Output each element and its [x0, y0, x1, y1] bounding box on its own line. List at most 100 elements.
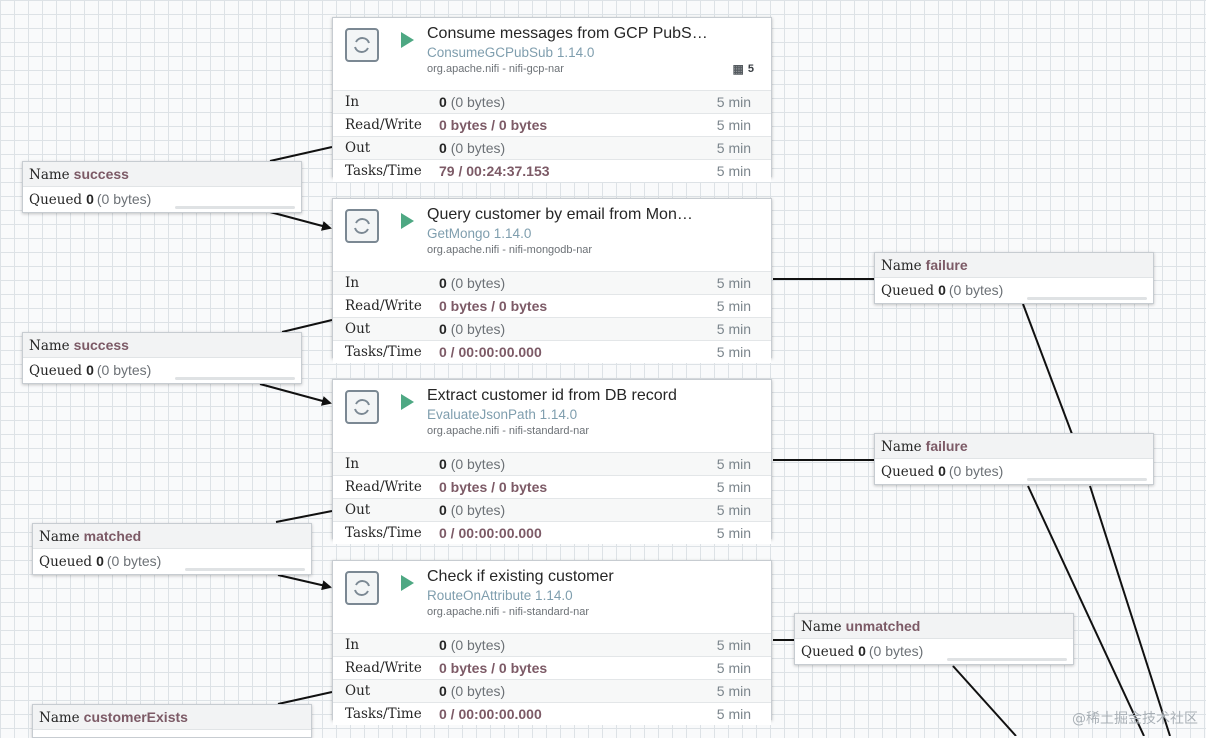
processor-icon	[345, 390, 379, 424]
stat-tasks: 79 / 00:24:37.153	[439, 163, 550, 179]
processor-route-on-attribute[interactable]: Check if existing customer RouteOnAttrib…	[332, 560, 772, 725]
connection-success-1[interactable]: Name success Queued 0 (0 bytes)	[22, 161, 302, 213]
thread-count: 5	[747, 63, 754, 75]
connection-line	[277, 691, 333, 705]
stat-in: 0 (0 bytes)	[439, 275, 505, 291]
stat-window: 5 min	[716, 163, 751, 179]
conn-name-label: Name	[29, 338, 70, 354]
connection-customer-exists[interactable]: Name customerExists	[32, 704, 312, 738]
conn-name: success	[73, 166, 129, 182]
stat-out-count: 0	[439, 502, 447, 518]
stat-window: 5 min	[716, 298, 751, 314]
stat-window: 5 min	[716, 94, 751, 110]
conn-count: 0	[938, 282, 946, 298]
processor-icon	[345, 209, 379, 243]
connection-line	[1027, 485, 1145, 736]
conn-count: 0	[938, 463, 946, 479]
stat-label-in: In	[345, 94, 360, 110]
stat-window: 5 min	[716, 683, 751, 699]
stat-out-count: 0	[439, 321, 447, 337]
conn-name-label: Name	[39, 710, 80, 726]
connection-line	[259, 383, 332, 406]
stat-in-count: 0	[439, 637, 447, 653]
processor-icon	[345, 571, 379, 605]
running-icon	[401, 575, 414, 591]
conn-name: unmatched	[845, 618, 921, 634]
stat-in-bytes: (0 bytes)	[450, 637, 506, 653]
connection-matched[interactable]: Name matched Queued 0 (0 bytes)	[32, 523, 312, 575]
conn-count: 0	[96, 553, 104, 569]
connection-failure-1[interactable]: Name failure Queued 0 (0 bytes)	[874, 252, 1154, 304]
stat-out-bytes: (0 bytes)	[450, 502, 506, 518]
stat-window: 5 min	[716, 706, 751, 722]
running-icon	[401, 32, 414, 48]
stat-window: 5 min	[716, 344, 751, 360]
stat-label-in: In	[345, 637, 360, 653]
stat-window: 5 min	[716, 525, 751, 541]
stat-in-bytes: (0 bytes)	[450, 275, 506, 291]
stat-in-bytes: (0 bytes)	[450, 456, 506, 472]
stat-window: 5 min	[716, 321, 751, 337]
processor-type: ConsumeGCPubSub 1.14.0	[427, 45, 595, 60]
stat-tasks: 0 / 00:00:00.000	[439, 706, 542, 722]
conn-queued-label: Queued	[801, 644, 855, 660]
conn-bytes: (0 bytes)	[96, 362, 152, 378]
conn-name: success	[73, 337, 129, 353]
stat-label-out: Out	[345, 321, 371, 337]
stat-in: 0 (0 bytes)	[439, 637, 505, 653]
conn-name-label: Name	[881, 258, 922, 274]
stat-label-readwrite: Read/Write	[345, 479, 422, 495]
processor-name: Extract customer id from DB record	[427, 387, 677, 404]
stat-out: 0 (0 bytes)	[439, 502, 505, 518]
flow-canvas[interactable]: Consume messages from GCP PubS… ConsumeG…	[0, 0, 1206, 738]
processor-consume-gcp-pubsub[interactable]: Consume messages from GCP PubS… ConsumeG…	[332, 17, 772, 182]
connection-line	[1089, 485, 1171, 736]
processor-get-mongo[interactable]: Query customer by email from Mon… GetMon…	[332, 198, 772, 363]
stat-label-out: Out	[345, 140, 371, 156]
conn-count: 0	[86, 191, 94, 207]
processor-name: Query customer by email from Mon…	[427, 206, 693, 223]
processor-type: EvaluateJsonPath 1.14.0	[427, 407, 578, 422]
queue-bar	[175, 377, 295, 380]
running-icon	[401, 213, 414, 229]
stat-label-readwrite: Read/Write	[345, 117, 422, 133]
stat-label-out: Out	[345, 683, 371, 699]
conn-name-label: Name	[39, 529, 80, 545]
queue-bar	[175, 206, 295, 209]
connection-line	[269, 211, 332, 231]
conn-name: matched	[83, 528, 142, 544]
connection-success-2[interactable]: Name success Queued 0 (0 bytes)	[22, 332, 302, 384]
connection-line	[269, 146, 333, 162]
conn-bytes: (0 bytes)	[868, 643, 924, 659]
conn-name: failure	[925, 438, 968, 454]
conn-queued-label: Queued	[881, 283, 935, 299]
stat-window: 5 min	[716, 275, 751, 291]
stat-window: 5 min	[716, 456, 751, 472]
conn-name-label: Name	[881, 439, 922, 455]
stat-out-bytes: (0 bytes)	[450, 140, 506, 156]
processor-evaluate-json-path[interactable]: Extract customer id from DB record Evalu…	[332, 379, 772, 544]
stat-label-tasks: Tasks/Time	[345, 525, 422, 541]
stat-label-readwrite: Read/Write	[345, 660, 422, 676]
stat-in-count: 0	[439, 275, 447, 291]
queue-bar	[1027, 478, 1147, 481]
conn-name: failure	[925, 257, 968, 273]
stat-out: 0 (0 bytes)	[439, 321, 505, 337]
stat-out: 0 (0 bytes)	[439, 683, 505, 699]
conn-queued-label: Queued	[29, 363, 83, 379]
stat-window: 5 min	[716, 479, 751, 495]
conn-queued-label: Queued	[39, 554, 93, 570]
watermark: @稀土掘金技术社区	[1072, 711, 1198, 727]
conn-count: 0	[86, 362, 94, 378]
stat-tasks: 0 / 00:00:00.000	[439, 525, 542, 541]
connection-unmatched[interactable]: Name unmatched Queued 0 (0 bytes)	[794, 613, 1074, 665]
connection-failure-2[interactable]: Name failure Queued 0 (0 bytes)	[874, 433, 1154, 485]
stat-label-tasks: Tasks/Time	[345, 163, 422, 179]
processor-bundle: org.apache.nifi - nifi-standard-nar	[427, 425, 590, 437]
processor-type: RouteOnAttribute 1.14.0	[427, 588, 573, 603]
connection-line	[277, 574, 332, 591]
active-threads: ▦ 5	[733, 62, 754, 76]
stat-window: 5 min	[716, 637, 751, 653]
processor-type: GetMongo 1.14.0	[427, 226, 532, 241]
stat-label-tasks: Tasks/Time	[345, 706, 422, 722]
